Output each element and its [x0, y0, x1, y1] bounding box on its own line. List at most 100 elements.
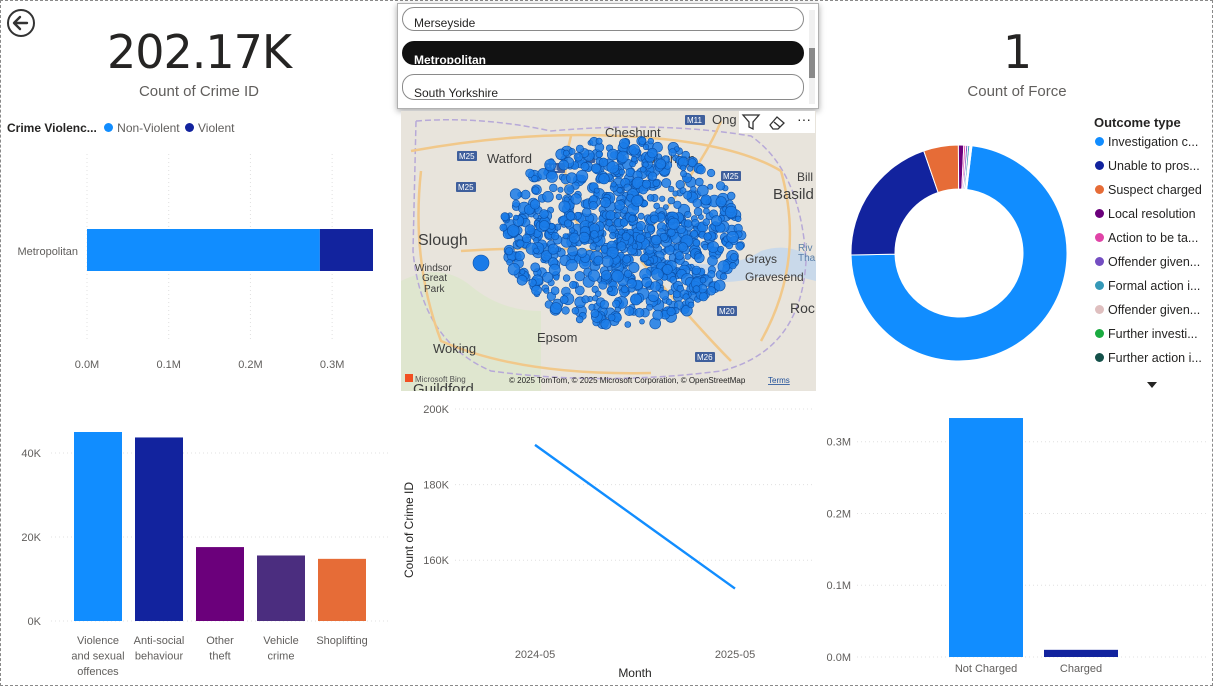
series-line[interactable] [534, 443, 736, 590]
violence-legend-title: Crime Violenc... [7, 121, 97, 135]
x-category-label: Vehicle [263, 635, 298, 647]
x-category-label: Violence [77, 635, 119, 647]
crime-point [598, 280, 608, 290]
outcome-legend-item[interactable]: Offender given... [1095, 255, 1200, 269]
crime-point [605, 210, 616, 221]
eraser-icon[interactable] [767, 113, 787, 131]
crime-point [647, 137, 655, 145]
more-options-icon[interactable]: ··· [797, 111, 811, 127]
road-shield-label: M25 [459, 152, 475, 161]
x-tick-label: 2024-05 [515, 649, 555, 661]
outcome-legend-item[interactable]: Investigation c... [1095, 135, 1198, 149]
x-tick-label: 0.0M [75, 359, 99, 371]
legend-violent[interactable]: Violent [198, 121, 234, 135]
crime-point [571, 307, 580, 315]
crime-point [593, 255, 604, 266]
bar[interactable] [196, 547, 244, 621]
crime-type-bar-chart: 0K 20K 40K Violence and sexual offences Anti-s… [21, 432, 391, 678]
crime-point [531, 285, 542, 296]
crime-count-value: 202.17K [106, 25, 292, 79]
bar-violent[interactable] [319, 229, 373, 271]
outcome-legend-item[interactable]: Further investi... [1095, 327, 1198, 341]
crime-point [707, 168, 716, 178]
crime-point [598, 157, 609, 167]
bing-label: Microsoft Bing [415, 375, 466, 384]
map-place-label: Epsom [537, 330, 577, 345]
outcome-legend-item[interactable]: Suspect charged [1095, 183, 1202, 197]
crime-point [524, 224, 536, 235]
slicer-scroll-thumb[interactable] [809, 48, 815, 78]
map-terms-link[interactable]: Terms [768, 376, 790, 385]
legend-non-violent[interactable]: Non-Violent [117, 121, 179, 135]
crime-point [509, 188, 522, 200]
crime-point [659, 289, 670, 300]
bar[interactable] [318, 558, 366, 621]
crime-point [590, 230, 599, 239]
x-tick-label: 0.2M [238, 359, 262, 371]
crime-point [630, 293, 642, 306]
crime-point [707, 255, 718, 267]
crime-point [588, 201, 598, 211]
slicer-item-merseyside[interactable]: Merseyside [402, 7, 804, 31]
outcome-legend-item[interactable]: Further action i... [1095, 351, 1202, 365]
outcome-legend-item[interactable]: Unable to pros... [1095, 159, 1200, 173]
crime-point [695, 177, 704, 187]
crime-point [684, 219, 693, 228]
crime-point [580, 162, 590, 171]
crime-point [588, 269, 601, 282]
crime-point [610, 181, 617, 188]
crime-point [683, 190, 692, 200]
outcome-legend-item[interactable]: Formal action i... [1095, 279, 1200, 293]
crime-point [573, 152, 583, 162]
crime-point [609, 232, 617, 240]
outcome-legend-item[interactable]: Local resolution [1095, 207, 1196, 221]
crime-point [692, 239, 701, 247]
outcome-legend-label: Offender given... [1108, 303, 1201, 317]
crime-point [667, 228, 676, 237]
crime-point [568, 148, 576, 155]
crime-point [607, 148, 619, 161]
force-slicer[interactable]: Merseyside Metropolitan South Yorkshire [397, 3, 819, 109]
crime-point [607, 313, 616, 322]
report-canvas: 202.17K Count of Crime ID 1 Count of For… [0, 0, 1213, 686]
outcome-legend-item[interactable]: Offender given... [1095, 303, 1200, 317]
crime-point [666, 307, 676, 317]
crime-point [726, 230, 739, 244]
outcome-legend-title: Outcome type [1094, 115, 1181, 130]
filter-icon[interactable] [741, 113, 761, 131]
crime-point [555, 193, 563, 201]
crime-point [582, 207, 592, 218]
bar-non-violent[interactable] [87, 229, 320, 271]
crime-point [568, 232, 580, 244]
crime-point [612, 299, 621, 308]
month-line-chart: 160K 180K 200K 2024-05 2025-05 Month Count of … [402, 404, 815, 680]
bar[interactable] [74, 432, 122, 621]
crime-point [696, 184, 709, 197]
crime-point [665, 298, 673, 306]
crime-point [592, 295, 599, 302]
donut-slice[interactable] [850, 150, 939, 256]
legend-scroll-down-icon[interactable] [1146, 380, 1158, 390]
map-canvas[interactable]: CheshuntWatfordLoughtonSloughWindsorGrea… [401, 111, 816, 391]
crime-point [531, 175, 539, 183]
crime-point [539, 209, 549, 219]
bar[interactable] [949, 418, 1023, 657]
bar[interactable] [1044, 649, 1118, 657]
slicer-item-metropolitan[interactable]: Metropolitan [402, 41, 804, 65]
crime-map[interactable]: CheshuntWatfordLoughtonSloughWindsorGrea… [401, 111, 816, 391]
outcome-legend-item[interactable]: Action to be ta... [1095, 231, 1198, 245]
bar[interactable] [257, 555, 305, 621]
crime-point [557, 186, 564, 193]
crime-point [651, 268, 664, 281]
crime-point [614, 200, 625, 211]
crime-point [646, 224, 655, 233]
crime-point [642, 143, 650, 151]
crime-count-label: Count of Crime ID [138, 83, 260, 100]
crime-point [692, 285, 701, 293]
bar[interactable] [135, 437, 183, 621]
map-attribution: © 2025 TomTom, © 2025 Microsoft Corporat… [509, 376, 746, 385]
crime-point [608, 225, 617, 234]
slicer-item-south-yorkshire[interactable]: South Yorkshire [402, 74, 804, 100]
crime-point [546, 171, 558, 183]
crime-point [547, 243, 559, 255]
